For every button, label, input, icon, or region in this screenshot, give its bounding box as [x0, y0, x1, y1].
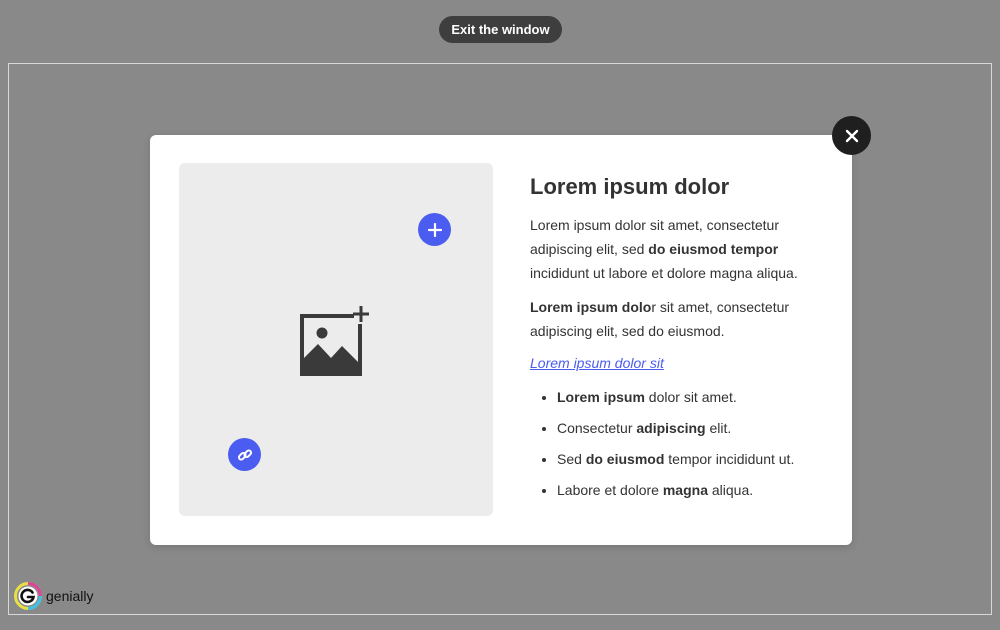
image-panel [179, 163, 493, 516]
list-item-text-run: elit. [705, 420, 732, 436]
list-item-text-run: Consectetur [557, 420, 637, 436]
list-item-text-run: Labore et dolore [557, 482, 663, 498]
bullet-list: Lorem ipsum dolor sit amet. Consectetur a… [530, 387, 830, 500]
list-item-text-run: magna [662, 482, 708, 498]
list-item-text-run: Lorem ipsum [557, 389, 645, 405]
list-item: Labore et dolore magna aliqua. [557, 480, 830, 500]
modal-title: Lorem ipsum dolor [530, 174, 730, 199]
plus-icon [427, 222, 442, 237]
list-item: Sed do eiusmod tempor incididunt ut. [557, 449, 830, 469]
list-item-text-run: tempor incididunt ut. [664, 451, 795, 467]
list-item-text-run: dolor sit amet. [644, 389, 737, 405]
paragraph-1: Lorem ipsum dolor sit amet, consectetur … [530, 213, 830, 285]
content-link[interactable]: Lorem ipsum dolor sit [530, 353, 830, 373]
list-item: Lorem ipsum dolor sit amet. [557, 387, 830, 407]
close-icon [845, 129, 858, 142]
list-item-text-run: Sed [557, 451, 586, 467]
paragraph-2-text-run: Lorem ipsum dolo [530, 299, 652, 315]
list-item-text-run: aliqua. [707, 482, 754, 498]
link-icon [237, 448, 252, 461]
list-item-text-run: do eiusmod [585, 451, 665, 467]
list-item: Consectetur adipiscing elit. [557, 418, 830, 438]
brand-name: genially [46, 588, 94, 604]
genially-logo[interactable]: genially [14, 582, 93, 610]
image-add-icon[interactable] [300, 306, 372, 376]
genially-logo-icon [14, 582, 42, 610]
paragraph-2: Lorem ipsum dolor sit amet, consectetur … [530, 295, 830, 343]
paragraph-1-text-run: do eiusmod tempor [648, 241, 779, 257]
paragraph-1-text-run: incididunt ut labore et dolore magna ali… [530, 265, 798, 281]
link-button[interactable] [228, 438, 261, 471]
list-item-text-run: adipiscing [636, 420, 706, 436]
exit-window-button[interactable]: Exit the window [439, 16, 562, 43]
exit-window-label: Exit the window [451, 22, 550, 37]
add-button[interactable] [418, 213, 451, 246]
content-column: Lorem ipsum dolor Lorem ipsum dolor sit … [530, 173, 830, 511]
close-button[interactable] [832, 116, 871, 155]
modal-window: Lorem ipsum dolor Lorem ipsum dolor sit … [150, 135, 852, 545]
